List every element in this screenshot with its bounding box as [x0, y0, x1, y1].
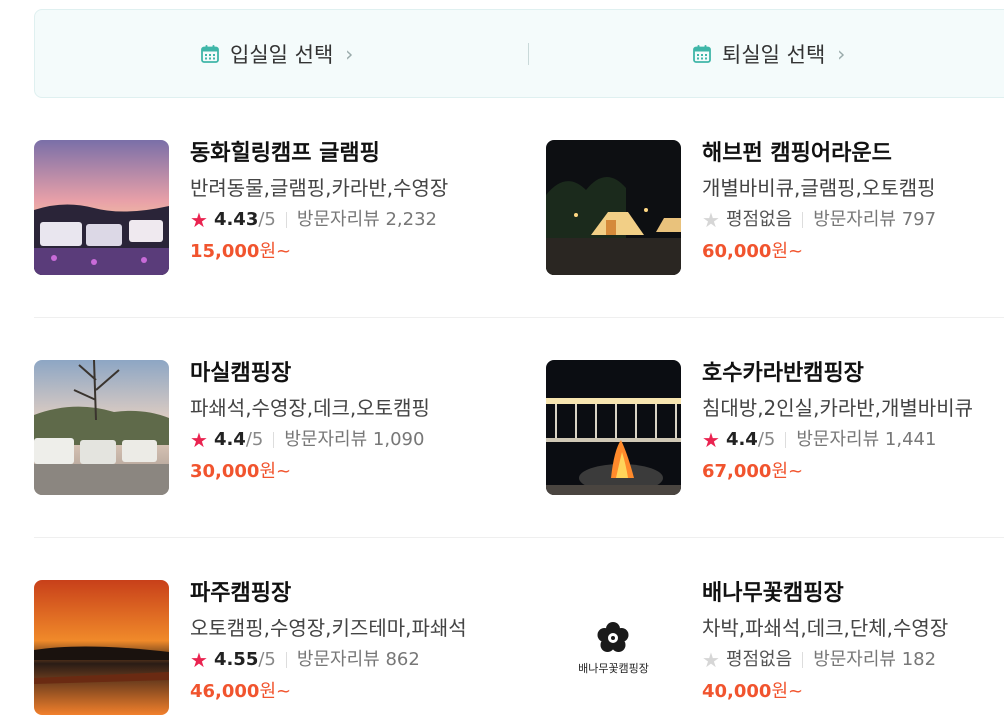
listing-thumbnail: [34, 140, 169, 275]
rating-score: 4.43: [213, 209, 259, 230]
no-rating-label: 평점없음: [725, 649, 793, 670]
divider: [285, 212, 287, 228]
divider: [785, 432, 787, 448]
listing-price: 40,000원~: [702, 681, 1002, 703]
rating-row: ★ 평점없음 방문자리뷰 182: [702, 649, 1002, 671]
price-unit: 원~: [259, 681, 292, 702]
listing-price: 67,000원~: [702, 461, 1002, 483]
rating-score: 4.4: [725, 429, 758, 450]
price-value: 60,000: [702, 241, 772, 262]
listing-tags: 차박,파쇄석,데크,단체,수영장: [702, 616, 949, 640]
date-selector-bar: 입실일 선택 › 퇴실일 선택 ›: [34, 9, 1004, 98]
price-value: 67,000: [702, 461, 772, 482]
review-label: 방문자리뷰: [813, 649, 896, 670]
rating-max: /5: [258, 209, 276, 230]
price-unit: 원~: [771, 241, 804, 262]
divider: [285, 652, 287, 668]
listing-name: 마실캠핑장: [190, 361, 292, 386]
review-count: 182: [901, 649, 937, 670]
review-label: 방문자리뷰: [813, 209, 896, 230]
rating-score: 4.4: [213, 429, 246, 450]
listing-price: 15,000원~: [190, 241, 490, 263]
listing-tags: 파쇄석,수영장,데크,오토캠핑: [190, 396, 430, 420]
checkout-date-button[interactable]: 퇴실일 선택 ›: [692, 10, 845, 97]
listing-tags: 반려동물,글램핑,카라반,수영장: [190, 176, 449, 200]
listing-name: 배나무꽃캠핑장: [702, 581, 844, 606]
rating-score: 4.55: [213, 649, 259, 670]
listing-name: 호수카라반캠핑장: [702, 361, 864, 386]
listing-thumbnail: [34, 360, 169, 495]
price-value: 46,000: [190, 681, 260, 702]
rating-max: /5: [258, 649, 276, 670]
star-icon: ★: [702, 428, 720, 452]
calendar-icon: [201, 44, 219, 63]
star-icon: ★: [702, 208, 720, 232]
listing-tags: 침대방,2인실,카라반,개별바비큐: [702, 396, 973, 420]
listing-thumbnail: [546, 360, 681, 495]
row-divider: [34, 317, 1004, 318]
review-count: 2,232: [385, 209, 437, 230]
checkout-label: 퇴실일 선택: [722, 42, 826, 67]
review-count: 1,090: [372, 429, 425, 450]
review-count: 1,441: [884, 429, 937, 450]
rating-row: ★ 4.43 /5 방문자리뷰 2,232: [190, 209, 490, 231]
divider: [802, 652, 804, 668]
listing-price: 60,000원~: [702, 241, 1002, 263]
price-unit: 원~: [771, 461, 804, 482]
star-icon: ★: [190, 648, 208, 672]
listing-card[interactable]: 호수카라반캠핑장 침대방,2인실,카라반,개별바비큐 ★ 4.4 /5 방문자리…: [546, 360, 1004, 500]
rating-row: ★ 4.55 /5 방문자리뷰 862: [190, 649, 490, 671]
no-rating-label: 평점없음: [725, 209, 793, 230]
listing-tags: 오토캠핑,수영장,키즈테마,파쇄석: [190, 616, 467, 640]
divider: [802, 212, 804, 228]
listing-price: 30,000원~: [190, 461, 490, 483]
listing-card[interactable]: 배나무꽃캠핑장 배나무꽃캠핑장 차박,파쇄석,데크,단체,수영장 ★ 평점없음 …: [546, 580, 1004, 720]
logo-text: 배나무꽃캠핑장: [578, 662, 649, 675]
listing-name: 해브펀 캠핑어라운드: [702, 141, 892, 166]
listing-card[interactable]: 마실캠핑장 파쇄석,수영장,데크,오토캠핑 ★ 4.4 /5 방문자리뷰 1,0…: [34, 360, 494, 500]
listing-tags: 개별바비큐,글램핑,오토캠핑: [702, 176, 936, 200]
listing-thumbnail: 배나무꽃캠핑장: [546, 580, 681, 715]
rating-row: ★ 4.4 /5 방문자리뷰 1,441: [702, 429, 1002, 451]
review-label: 방문자리뷰: [296, 209, 380, 230]
rating-max: /5: [245, 429, 264, 450]
checkin-date-button[interactable]: 입실일 선택 ›: [200, 10, 353, 97]
price-value: 40,000: [702, 681, 772, 702]
rating-row: ★ 평점없음 방문자리뷰 797: [702, 209, 1002, 231]
price-unit: 원~: [259, 241, 292, 262]
price-unit: 원~: [771, 681, 804, 702]
price-value: 30,000: [190, 461, 260, 482]
calendar-icon: [693, 44, 711, 63]
listing-card[interactable]: 해브펀 캠핑어라운드 개별바비큐,글램핑,오토캠핑 ★ 평점없음 방문자리뷰 7…: [546, 140, 1004, 280]
listing-card[interactable]: 파주캠핑장 오토캠핑,수영장,키즈테마,파쇄석 ★ 4.55 /5 방문자리뷰 …: [34, 580, 494, 720]
listing-price: 46,000원~: [190, 681, 490, 703]
listing-name: 파주캠핑장: [190, 581, 292, 606]
checkin-label: 입실일 선택: [230, 42, 334, 67]
price-value: 15,000: [190, 241, 260, 262]
star-icon: ★: [702, 648, 720, 672]
star-icon: ★: [190, 428, 208, 452]
chevron-right-icon: ›: [837, 41, 846, 66]
review-label: 방문자리뷰: [796, 429, 880, 450]
divider: [273, 432, 275, 448]
listing-thumbnail: [546, 140, 681, 275]
listing-name: 동화힐링캠프 글램핑: [190, 141, 380, 166]
date-divider: [528, 43, 529, 65]
review-label: 방문자리뷰: [284, 429, 368, 450]
star-icon: ★: [190, 208, 208, 232]
listing-thumbnail: [34, 580, 169, 715]
listing-card[interactable]: 동화힐링캠프 글램핑 반려동물,글램핑,카라반,수영장 ★ 4.43 /5 방문…: [34, 140, 494, 280]
review-count: 797: [901, 209, 937, 230]
chevron-right-icon: ›: [345, 41, 354, 66]
rating-row: ★ 4.4 /5 방문자리뷰 1,090: [190, 429, 490, 451]
price-unit: 원~: [259, 461, 292, 482]
row-divider: [34, 537, 1004, 538]
review-label: 방문자리뷰: [296, 649, 380, 670]
camp-logo: [597, 622, 629, 652]
review-count: 862: [385, 649, 420, 670]
rating-max: /5: [757, 429, 776, 450]
